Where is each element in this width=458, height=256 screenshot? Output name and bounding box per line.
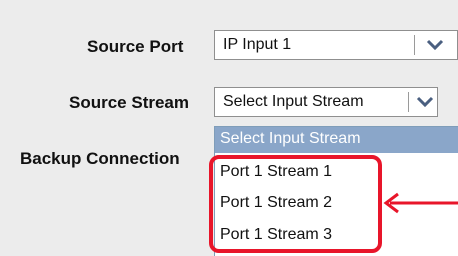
select-divider (408, 92, 409, 112)
dropdown-selected-option[interactable]: Select Input Stream (215, 127, 458, 153)
highlight-annotation-box (209, 155, 382, 253)
source-port-select[interactable]: IP Input 1 (214, 30, 458, 60)
source-stream-value: Select Input Stream (223, 93, 364, 110)
backup-connection-label: Backup Connection (20, 149, 180, 168)
source-port-value: IP Input 1 (223, 36, 292, 53)
source-stream-select[interactable]: Select Input Stream (214, 87, 438, 117)
dropdown-selected-option-label: Select Input Stream (220, 130, 361, 147)
arrow-left-icon (383, 192, 458, 214)
chevron-down-icon[interactable] (415, 95, 435, 109)
select-divider (414, 35, 415, 55)
source-stream-label: Source Stream (69, 93, 189, 112)
source-port-label: Source Port (87, 37, 184, 56)
chevron-down-icon[interactable] (425, 38, 445, 52)
